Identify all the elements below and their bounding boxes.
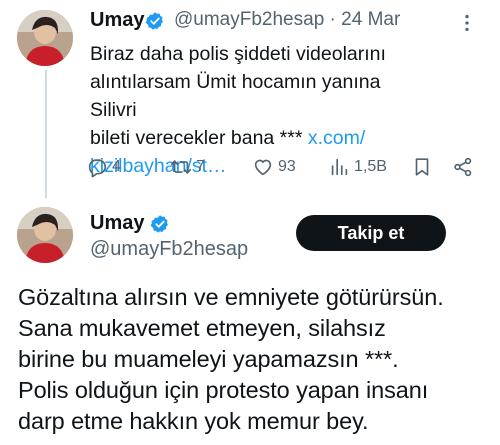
thread-line bbox=[45, 70, 47, 198]
repost-icon bbox=[171, 160, 191, 174]
tweet-text-line: Biraz daha polis şiddeti videolarını bbox=[90, 43, 386, 65]
repost-count: 7 bbox=[196, 158, 205, 175]
author-handle[interactable]: @umayFb2hesap bbox=[174, 9, 324, 30]
like-count: 93 bbox=[278, 158, 296, 175]
repost-button[interactable]: 7 bbox=[170, 156, 205, 178]
verified-icon bbox=[150, 215, 168, 233]
avatar[interactable] bbox=[17, 10, 73, 66]
like-button[interactable]: 93 bbox=[252, 156, 296, 178]
share-icon[interactable] bbox=[452, 156, 474, 178]
tweet-date[interactable]: 24 Mar bbox=[341, 9, 400, 30]
author-name[interactable]: Umay bbox=[90, 212, 144, 235]
views-icon bbox=[331, 158, 348, 176]
tweet-text-line: birine bu muameleyi yapamazsın ***. bbox=[18, 346, 399, 372]
tweet-text-line: Polis olduğun için protesto yapan insanı bbox=[18, 377, 429, 403]
verified-icon bbox=[145, 12, 163, 30]
reply-button[interactable]: 4 bbox=[86, 156, 121, 178]
bookmark-icon[interactable] bbox=[411, 156, 433, 178]
reply-count: 4 bbox=[112, 158, 121, 175]
tweet-text: Gözaltına alırsın ve emniyete götürürsün… bbox=[18, 282, 498, 437]
avatar-image bbox=[17, 10, 73, 66]
action-bar: 4 7 93 1,5B bbox=[86, 156, 481, 182]
avatar-image bbox=[17, 207, 73, 263]
author-handle[interactable]: @umayFb2hesap bbox=[90, 238, 248, 261]
like-icon bbox=[254, 159, 272, 176]
tweet-text-line: darp etme hakkın yok memur bey. bbox=[18, 408, 369, 434]
tweet-link[interactable]: x.com/ bbox=[308, 127, 365, 149]
follow-button[interactable]: Takip et bbox=[296, 215, 446, 251]
views-button[interactable]: 1,5B bbox=[328, 156, 387, 178]
tweet-text-line: Sana mukavemet etmeyen, silahsız bbox=[18, 315, 386, 341]
avatar[interactable] bbox=[17, 207, 73, 263]
separator: · bbox=[329, 9, 336, 30]
author-name[interactable]: Umay bbox=[90, 9, 144, 32]
tweet-text-line: Gözaltına alırsın ve emniyete götürürsün… bbox=[18, 284, 444, 310]
tweet-text-line: bileti verecekler bana *** x.com/ bbox=[90, 127, 366, 149]
more-icon[interactable] bbox=[456, 12, 478, 34]
tweet-text-line: alıntılarsam Ümit hocamın yanına Silivri bbox=[90, 71, 381, 121]
views-count: 1,5B bbox=[354, 158, 387, 175]
reply-icon bbox=[88, 159, 107, 178]
